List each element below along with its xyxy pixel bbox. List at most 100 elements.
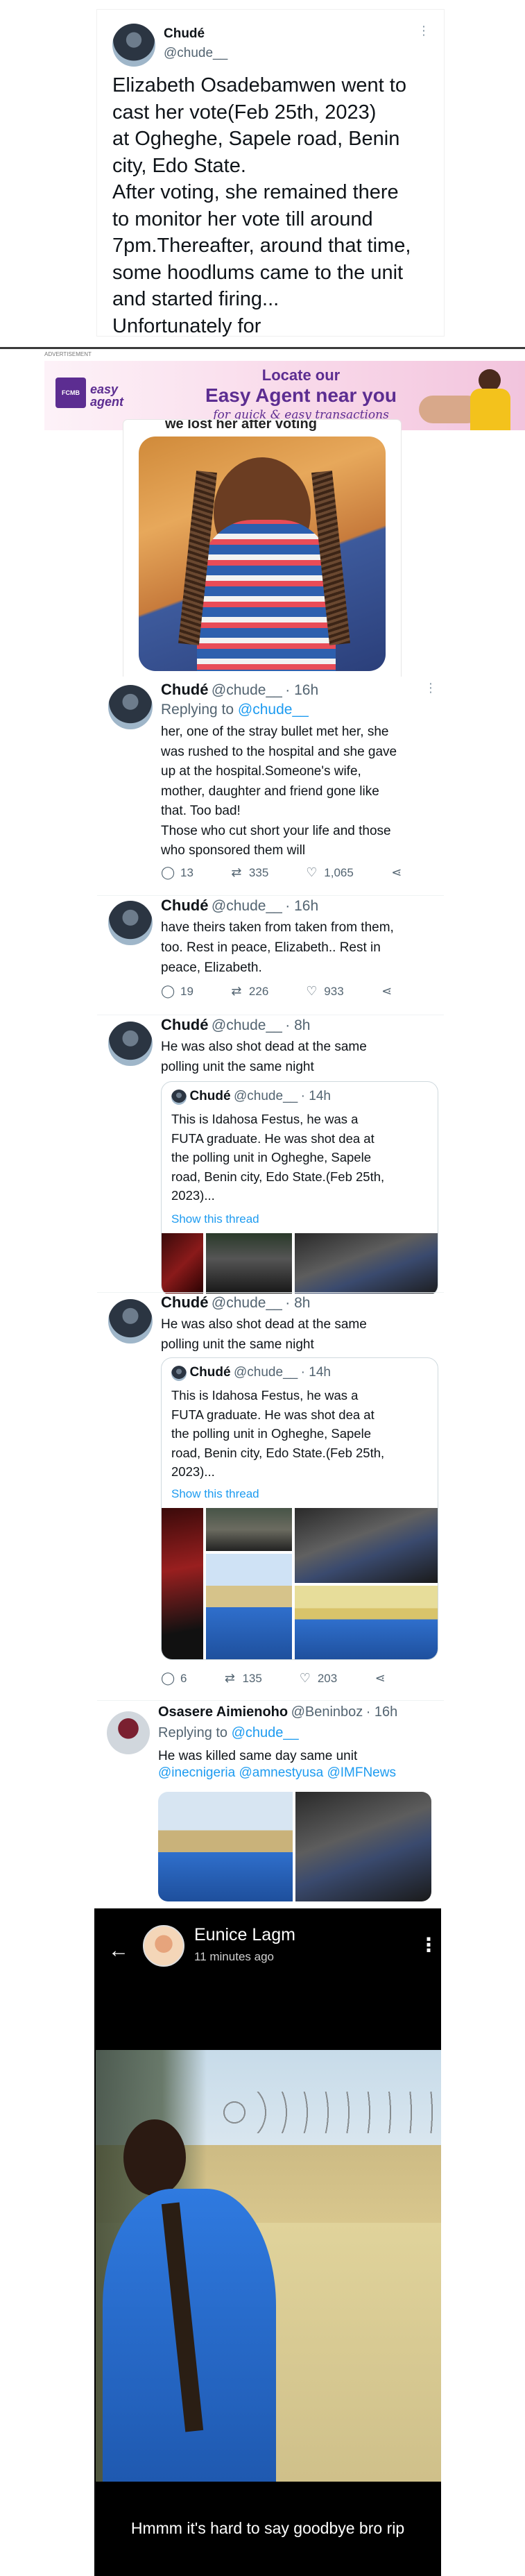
reply-count: 13 bbox=[180, 865, 193, 879]
replying-to-handle[interactable]: @chude__ bbox=[238, 702, 309, 718]
tweet-card-5[interactable]: Chudé @chude__ · 8h He was also shot dea… bbox=[97, 1294, 444, 1696]
more-icon[interactable]: ⋮ bbox=[424, 681, 438, 695]
media-image[interactable] bbox=[295, 1792, 431, 1901]
quoted-tweet[interactable]: Chudé @chude__ · 14h This is Idahosa Fes… bbox=[161, 1081, 438, 1296]
tweet-card-3[interactable]: Chudé @chude__ · 16h have theirs taken f… bbox=[97, 897, 444, 1010]
status-photo bbox=[96, 2050, 441, 2482]
more-vertical-icon[interactable]: ⋮ bbox=[419, 1933, 438, 1956]
text-line: who sponsored them will bbox=[161, 843, 306, 858]
media-image[interactable] bbox=[295, 1508, 438, 1583]
avatar[interactable] bbox=[108, 1299, 153, 1344]
avatar[interactable] bbox=[143, 1925, 184, 1967]
avatar[interactable] bbox=[108, 901, 153, 945]
author-handle[interactable]: @chude__ bbox=[212, 1295, 282, 1311]
media-image[interactable] bbox=[162, 1233, 203, 1296]
media-image[interactable] bbox=[206, 1233, 292, 1296]
like-count: 933 bbox=[324, 984, 344, 998]
media-grid bbox=[162, 1508, 438, 1659]
retweet-button[interactable]: ⇄ 135 bbox=[223, 1671, 262, 1686]
action-bar: ◯ 6 ⇄ 135 ♡ 203 ⋖ bbox=[161, 1671, 423, 1686]
text-line: city, Edo State. bbox=[112, 154, 246, 177]
media-image[interactable] bbox=[295, 1586, 438, 1659]
tweet-card-6[interactable]: Osasere Aimienoho @Beninboz · 16h Replyi… bbox=[97, 1702, 444, 1910]
action-bar: ◯ 19 ⇄ 226 ♡ 933 ⋖ bbox=[161, 984, 430, 999]
author-name: Chudé bbox=[189, 1365, 231, 1380]
back-arrow-icon[interactable]: ← bbox=[108, 1939, 129, 1963]
like-count: 203 bbox=[317, 1671, 338, 1685]
author-name[interactable]: Chudé bbox=[161, 681, 208, 698]
show-thread-link[interactable]: Show this thread bbox=[171, 1212, 259, 1226]
author-name[interactable]: Chudé bbox=[161, 1016, 208, 1033]
avatar[interactable] bbox=[112, 24, 155, 67]
author-handle[interactable]: @Beninboz bbox=[291, 1704, 363, 1720]
timestamp[interactable]: · 16h bbox=[366, 1704, 398, 1720]
media-strip bbox=[162, 1233, 438, 1296]
timestamp[interactable]: · 8h bbox=[285, 1295, 310, 1311]
reply-icon: ◯ bbox=[161, 865, 175, 879]
quote-header: Chudé @chude__ · 14h bbox=[171, 1365, 331, 1381]
media-image[interactable] bbox=[162, 1508, 203, 1659]
reply-button[interactable]: ◯ 13 bbox=[161, 865, 193, 880]
photo-card: we lost her after voting bbox=[123, 420, 401, 682]
quote-text: This is Idahosa Festus, he was a FUTA gr… bbox=[171, 1386, 435, 1482]
text-line: the polling unit in Ogheghe, Sapele bbox=[171, 1426, 371, 1441]
text-line: up at the hospital.Someone's wife, bbox=[161, 764, 361, 779]
retweet-icon: ⇄ bbox=[224, 1671, 236, 1685]
timestamp[interactable]: · 8h bbox=[285, 1017, 310, 1033]
heart-icon: ♡ bbox=[306, 984, 318, 998]
timestamp[interactable]: · 16h bbox=[285, 682, 318, 698]
media-image[interactable] bbox=[158, 1792, 293, 1901]
like-button[interactable]: ♡ 203 bbox=[298, 1671, 337, 1686]
author-name[interactable]: Chudé bbox=[161, 897, 208, 914]
text-line: After voting, she remained there bbox=[112, 181, 399, 203]
media-image[interactable] bbox=[206, 1508, 292, 1551]
reply-button[interactable]: ◯ 19 bbox=[161, 984, 193, 999]
text-line: peace, Elizabeth. bbox=[161, 960, 262, 975]
show-thread-link[interactable]: Show this thread bbox=[171, 1487, 259, 1501]
tweet-card-1[interactable]: Chudé @chude__ ⋮ Elizabeth Osadebamwen w… bbox=[97, 10, 444, 337]
share-button[interactable]: ⋖ bbox=[380, 984, 394, 999]
ad-line2: Easy Agent near you bbox=[205, 384, 397, 406]
author-name: Chudé bbox=[189, 1089, 231, 1103]
author-handle[interactable]: @chude__ bbox=[212, 1017, 282, 1033]
fcmb-logo: FCMB bbox=[55, 378, 86, 408]
retweet-count: 135 bbox=[242, 1671, 262, 1685]
avatar[interactable] bbox=[108, 1022, 153, 1066]
like-button[interactable]: ♡ 933 bbox=[304, 984, 343, 999]
reply-count: 19 bbox=[180, 984, 193, 998]
replying-to-handle[interactable]: @chude__ bbox=[232, 1725, 299, 1740]
retweet-button[interactable]: ⇄ 226 bbox=[230, 984, 268, 999]
mentions[interactable]: @inecnigeria @amnestyusa @IMFNews bbox=[158, 1765, 396, 1781]
text-line: polling unit the same night bbox=[161, 1337, 314, 1352]
media-image[interactable] bbox=[206, 1554, 292, 1659]
text-line: have theirs taken from taken from them, bbox=[161, 920, 394, 935]
woman-photo[interactable] bbox=[139, 437, 386, 671]
status-viewer: ← Eunice Lagm 11 minutes ago ⋮ Hmmm it's… bbox=[94, 1908, 441, 2576]
media-image[interactable] bbox=[295, 1233, 438, 1296]
author-handle[interactable]: @chude__ bbox=[212, 898, 282, 914]
replying-prefix: Replying to bbox=[161, 702, 234, 718]
text-line: at Ogheghe, Sapele road, Benin bbox=[112, 128, 400, 150]
like-button[interactable]: ♡ 1,065 bbox=[304, 865, 354, 880]
retweet-button[interactable]: ⇄ 335 bbox=[230, 865, 268, 880]
author-handle[interactable]: @chude__ bbox=[212, 682, 282, 698]
more-icon[interactable]: ⋮ bbox=[418, 24, 431, 38]
tweet-card-4[interactable]: Chudé @chude__ · 8h He was also shot dea… bbox=[97, 1016, 444, 1296]
tweet-card-2[interactable]: Chudé @chude__ · 16h ⋮ Replying to @chud… bbox=[97, 677, 444, 893]
retweet-count: 335 bbox=[248, 865, 269, 879]
reply-icon: ◯ bbox=[161, 1671, 175, 1685]
author-handle[interactable]: @chude__ bbox=[164, 46, 227, 61]
author-name[interactable]: Osasere Aimienoho bbox=[158, 1704, 288, 1720]
share-button[interactable]: ⋖ bbox=[390, 865, 404, 880]
status-author[interactable]: Eunice Lagm bbox=[194, 1925, 295, 1945]
text-line: the polling unit in Ogheghe, Sapele bbox=[171, 1150, 371, 1164]
quoted-tweet[interactable]: Chudé @chude__ · 14h This is Idahosa Fes… bbox=[161, 1357, 438, 1660]
reply-button[interactable]: ◯ 6 bbox=[161, 1671, 187, 1686]
author-name[interactable]: Chudé bbox=[161, 1294, 208, 1311]
avatar[interactable] bbox=[108, 685, 153, 729]
share-button[interactable]: ⋖ bbox=[373, 1671, 387, 1686]
author-name[interactable]: Chudé bbox=[164, 26, 205, 42]
avatar[interactable] bbox=[107, 1711, 150, 1754]
timestamp[interactable]: · 16h bbox=[285, 898, 318, 914]
status-caption: Hmmm it's hard to say goodbye bro rip bbox=[130, 2519, 405, 2537]
